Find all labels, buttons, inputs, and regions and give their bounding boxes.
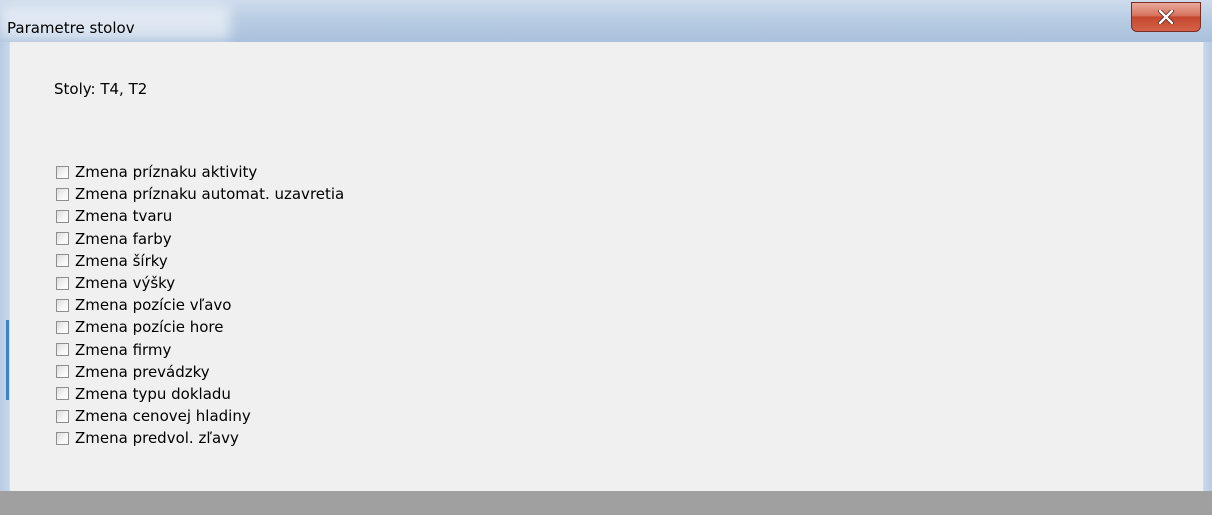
checkbox-label: Zmena prevádzky <box>75 362 210 381</box>
close-icon <box>1158 10 1174 24</box>
checkbox-label: Zmena cenovej hladiny <box>75 407 251 426</box>
checkbox-row[interactable]: Zmena šírky <box>56 250 344 272</box>
checkbox-row[interactable]: Zmena tvaru <box>56 205 344 227</box>
checkbox[interactable] <box>56 209 69 223</box>
checkbox[interactable] <box>56 431 69 445</box>
bottom-bar <box>0 491 1212 515</box>
window-frame-left <box>0 42 9 515</box>
close-button[interactable] <box>1131 2 1201 32</box>
tables-label: Stoly: T4, T2 <box>54 80 148 98</box>
checkbox-label: Zmena tvaru <box>75 207 173 226</box>
parameter-checklist: Zmena príznaku aktivity Zmena príznaku au… <box>56 161 344 449</box>
checkbox-label: Zmena pozície hore <box>75 318 224 337</box>
title-bar[interactable]: Parametre stolov <box>0 0 1212 42</box>
checkbox[interactable] <box>56 232 69 246</box>
dialog-window: Parametre stolov Stoly: T4, T2 Zmena prí… <box>0 0 1212 515</box>
checkbox[interactable] <box>56 409 69 423</box>
checkbox-label: Zmena príznaku aktivity <box>75 163 258 182</box>
checkbox[interactable] <box>56 387 69 401</box>
checkbox[interactable] <box>56 187 69 201</box>
checkbox-row[interactable]: Zmena firmy <box>56 339 344 361</box>
checkbox-row[interactable]: Zmena cenovej hladiny <box>56 405 344 427</box>
checkbox-row[interactable]: Zmena príznaku aktivity <box>56 161 344 183</box>
checkbox-row[interactable]: Zmena pozície vľavo <box>56 294 344 316</box>
checkbox[interactable] <box>56 320 69 334</box>
checkbox-label: Zmena príznaku automat. uzavretia <box>75 185 345 204</box>
checkbox-row[interactable]: Zmena typu dokladu <box>56 383 344 405</box>
dialog-content: Stoly: T4, T2 Zmena príznaku aktivity Zme… <box>9 42 1204 491</box>
checkbox[interactable] <box>56 343 69 357</box>
checkbox[interactable] <box>56 298 69 312</box>
checkbox-label: Zmena farby <box>75 229 172 248</box>
checkbox-row[interactable]: Zmena výšky <box>56 272 344 294</box>
checkbox-label: Zmena výšky <box>75 274 176 293</box>
checkbox-row[interactable]: Zmena príznaku automat. uzavretia <box>56 183 344 205</box>
checkbox-row[interactable]: Zmena predvol. zľavy <box>56 427 344 449</box>
checkbox-row[interactable]: Zmena prevádzky <box>56 361 344 383</box>
checkbox-label: Zmena firmy <box>75 340 172 359</box>
checkbox-label: Zmena šírky <box>75 251 168 270</box>
checkbox-row[interactable]: Zmena pozície hore <box>56 316 344 338</box>
checkbox[interactable] <box>56 365 69 379</box>
checkbox-row[interactable]: Zmena farby <box>56 228 344 250</box>
checkbox-label: Zmena typu dokladu <box>75 384 231 403</box>
checkbox[interactable] <box>56 276 69 290</box>
checkbox[interactable] <box>56 165 69 179</box>
checkbox-label: Zmena predvol. zľavy <box>75 429 239 448</box>
window-title: Parametre stolov <box>7 19 135 37</box>
checkbox-label: Zmena pozície vľavo <box>75 296 232 315</box>
checkbox[interactable] <box>56 254 69 268</box>
window-frame-right <box>1204 42 1212 515</box>
